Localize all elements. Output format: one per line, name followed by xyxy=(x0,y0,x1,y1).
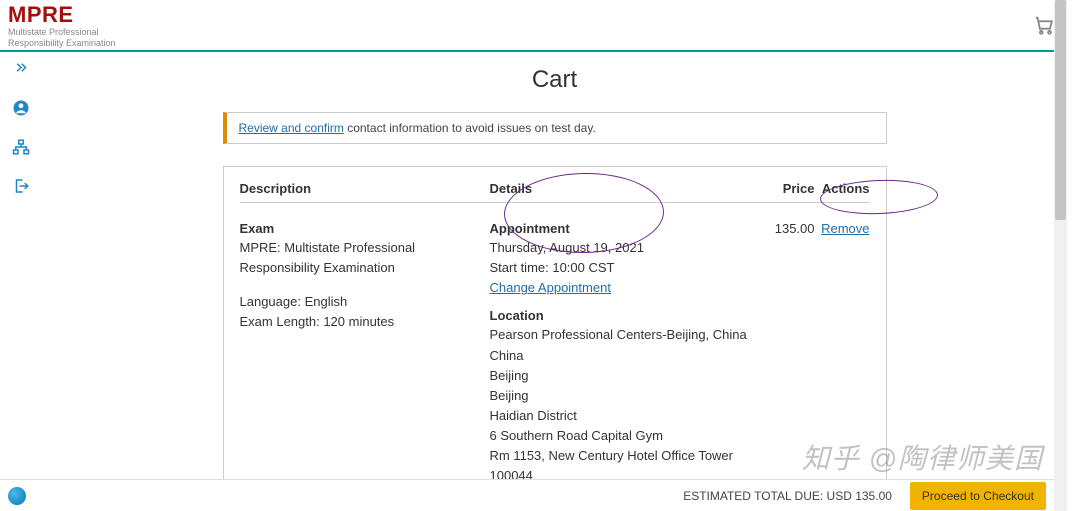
change-appointment-link[interactable]: Change Appointment xyxy=(490,280,611,295)
exam-name: MPRE: Multistate Professional Responsibi… xyxy=(240,238,490,278)
expand-icon[interactable] xyxy=(12,60,30,81)
col-header-details: Details xyxy=(490,181,755,196)
item-price: 135.00 xyxy=(755,221,815,507)
cart-icon[interactable] xyxy=(1033,14,1055,39)
location-center: Pearson Professional Centers-Beijing, Ch… xyxy=(490,325,755,345)
sitemap-icon[interactable] xyxy=(12,138,30,159)
location-label: Location xyxy=(490,308,755,323)
exam-length: Exam Length: 120 minutes xyxy=(240,312,490,332)
review-notice: Review and confirm contact information t… xyxy=(223,112,887,144)
exam-language: Language: English xyxy=(240,292,490,312)
brand-main: MPRE xyxy=(8,4,116,26)
location-country: China xyxy=(490,346,755,366)
appointment-label: Appointment xyxy=(490,221,755,236)
appointment-date: Thursday, August 19, 2021 xyxy=(490,238,755,258)
sidebar xyxy=(0,52,42,511)
location-city-1: Beijing xyxy=(490,366,755,386)
location-street: 6 Southern Road Capital Gym xyxy=(490,426,755,446)
proceed-to-checkout-button[interactable]: Proceed to Checkout xyxy=(910,482,1046,510)
vertical-scrollbar[interactable] xyxy=(1054,0,1067,511)
location-city-2: Beijing xyxy=(490,386,755,406)
brand-sub-2: Responsibility Examination xyxy=(8,39,116,48)
brand-sub-1: Multistate Professional xyxy=(8,28,116,37)
review-confirm-link[interactable]: Review and confirm xyxy=(239,121,344,135)
location-district: Haidian District xyxy=(490,406,755,426)
account-icon[interactable] xyxy=(12,99,30,120)
exam-label: Exam xyxy=(240,221,490,236)
appointment-start: Start time: 10:00 CST xyxy=(490,258,755,278)
notice-text: contact information to avoid issues on t… xyxy=(344,121,596,135)
page-title: Cart xyxy=(532,66,577,94)
scrollbar-thumb[interactable] xyxy=(1055,0,1066,220)
top-bar: MPRE Multistate Professional Responsibil… xyxy=(0,0,1067,52)
cart-row: Exam MPRE: Multistate Professional Respo… xyxy=(240,221,870,507)
location-room: Rm 1153, New Century Hotel Office Tower xyxy=(490,446,755,466)
col-header-actions: Actions xyxy=(815,181,870,196)
table-header: Description Details Price Actions xyxy=(240,181,870,203)
brand-logo: MPRE Multistate Professional Responsibil… xyxy=(8,4,116,48)
cart-items-block: Description Details Price Actions Exam M… xyxy=(223,166,887,511)
logout-icon[interactable] xyxy=(12,177,30,198)
col-header-description: Description xyxy=(240,181,490,196)
col-header-price: Price xyxy=(755,181,815,196)
main-content: Cart Review and confirm contact informat… xyxy=(42,52,1067,511)
remove-link[interactable]: Remove xyxy=(821,221,869,236)
pearson-badge-icon xyxy=(8,487,26,505)
footer-bar: ESTIMATED TOTAL DUE: USD 135.00 Proceed … xyxy=(0,479,1054,511)
estimated-total: ESTIMATED TOTAL DUE: USD 135.00 xyxy=(683,489,892,503)
